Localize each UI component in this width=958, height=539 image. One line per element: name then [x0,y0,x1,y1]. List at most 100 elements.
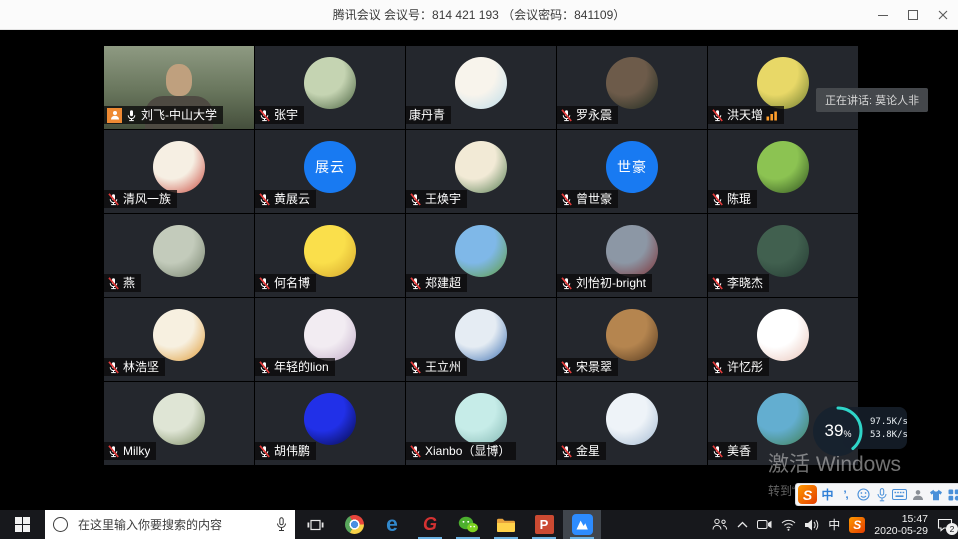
participant-tile[interactable]: 清风一族 [104,130,254,213]
participant-tile[interactable]: 胡伟鹏 [255,382,405,465]
punctuation-icon[interactable]: ’, [838,485,853,504]
camera-tray-icon[interactable] [757,519,772,530]
close-button[interactable] [928,0,958,30]
taskbar-clock[interactable]: 15:47 2020-05-29 [874,513,928,537]
participant-tile[interactable]: 刘怡初-bright [557,214,707,297]
ime-toolbox-icon[interactable] [946,485,958,504]
taskbar-spacer [601,510,712,539]
ime-skin-icon[interactable] [928,485,943,504]
participant-tile[interactable]: 陈琨 [708,130,858,213]
participant-name: 燕 [123,274,135,292]
participant-label: 金星 [557,442,606,460]
search-mic-icon[interactable] [276,517,287,532]
mic-muted-icon [258,361,271,374]
ime-profile-icon[interactable] [910,485,925,504]
participant-tile[interactable]: 世豪 曾世豪 [557,130,707,213]
soft-keyboard-icon[interactable] [892,485,907,504]
participant-tile[interactable]: Xianbo（显博） [406,382,556,465]
chrome-taskbar-icon[interactable] [335,510,373,539]
participant-name: 刘飞-中山大学 [141,106,217,124]
wechat-icon [458,516,479,534]
participant-avatar [606,393,658,445]
participant-label: 王焕宇 [406,190,467,208]
task-view-button[interactable] [295,510,335,539]
participant-tile[interactable]: 罗永震 [557,46,707,129]
participant-label: 张宇 [255,106,304,124]
participant-tile[interactable]: Milky [104,382,254,465]
participant-tile[interactable]: 许忆彤 [708,298,858,381]
participant-tile[interactable]: 年轻的lion [255,298,405,381]
participant-tile[interactable]: 郑建超 [406,214,556,297]
powerpoint-icon: P [535,515,554,534]
participant-label: 燕 [104,274,141,292]
input-language-indicator[interactable]: 中 [828,516,840,533]
participant-tile[interactable]: 何名博 [255,214,405,297]
window-controls [868,0,958,30]
tray-expand-chevron-icon[interactable] [737,521,748,529]
participant-avatar [455,225,507,277]
participant-tile[interactable]: 燕 [104,214,254,297]
participant-name: 洪天增 [727,106,763,124]
restore-icon [908,10,918,20]
taskbar-apps: e G P [335,510,601,539]
sogou-netspeed-ball[interactable]: 39% [811,404,865,458]
edge-taskbar-icon[interactable]: e [373,510,411,539]
wifi-icon[interactable] [781,519,796,531]
wechat-taskbar-icon[interactable] [449,510,487,539]
participant-name: 罗永震 [576,106,612,124]
participant-label: 宋景翠 [557,358,618,376]
participant-name: 美香 [727,442,751,460]
participant-label: 黄展云 [255,190,316,208]
close-icon [938,10,948,20]
search-input[interactable] [76,517,268,533]
participant-tile[interactable]: 张宇 [255,46,405,129]
restore-button[interactable] [898,0,928,30]
minimize-button[interactable] [868,0,898,30]
people-icon[interactable] [712,518,728,531]
action-center-button[interactable]: 2 [937,518,953,532]
mic-muted-icon [560,361,573,374]
meeting-main-area: 刘飞-中山大学 张宇 康丹青 [0,30,958,510]
mic-muted-icon [560,193,573,206]
voice-input-icon[interactable] [874,485,889,504]
participant-label: 郑建超 [406,274,467,292]
chinese-mode-icon[interactable]: 中 [820,485,835,504]
system-tray: 中 S 15:47 2020-05-29 2 [712,510,958,539]
participant-tile[interactable]: 刘飞-中山大学 [104,46,254,129]
participant-tile[interactable]: 康丹青 [406,46,556,129]
cortana-icon [53,517,68,532]
powerpoint-taskbar-icon[interactable]: P [525,510,563,539]
participant-avatar [455,57,507,109]
participant-tile[interactable]: 宋景翠 [557,298,707,381]
volume-icon[interactable] [805,519,819,531]
participant-tile[interactable]: 李晓杰 [708,214,858,297]
participant-tile[interactable]: 王焕宇 [406,130,556,213]
participant-tile[interactable]: 展云 黄展云 [255,130,405,213]
participant-name: 刘怡初-bright [576,274,646,292]
mic-muted-icon [711,277,724,290]
sogou-logo-icon[interactable]: S [798,485,817,504]
g-app-taskbar-icon[interactable]: G [411,510,449,539]
tencent-meeting-taskbar-icon[interactable] [563,510,601,539]
taskbar-search[interactable] [45,510,295,539]
participant-avatar [455,309,507,361]
upload-speed: 97.5K/s [870,417,908,427]
start-button[interactable] [0,510,45,539]
participant-label: 王立州 [406,358,467,376]
participant-name: 曾世豪 [576,190,612,208]
participant-avatar: 世豪 [606,141,658,193]
participant-tile[interactable]: 金星 [557,382,707,465]
participant-avatar [757,225,809,277]
participant-name: Xianbo（显博） [425,442,510,460]
sogou-tray-icon[interactable]: S [849,517,865,533]
emoji-icon[interactable] [856,485,871,504]
participant-name: 许忆彤 [727,358,763,376]
sogou-ime-toolbar: S 中 ’, [795,483,958,506]
clock-date: 2020-05-29 [874,525,928,537]
participant-avatar [757,141,809,193]
participant-avatar [153,225,205,277]
participant-tile[interactable]: 王立州 [406,298,556,381]
participant-tile[interactable]: 林浩坚 [104,298,254,381]
file-explorer-taskbar-icon[interactable] [487,510,525,539]
participant-avatar [757,393,809,445]
